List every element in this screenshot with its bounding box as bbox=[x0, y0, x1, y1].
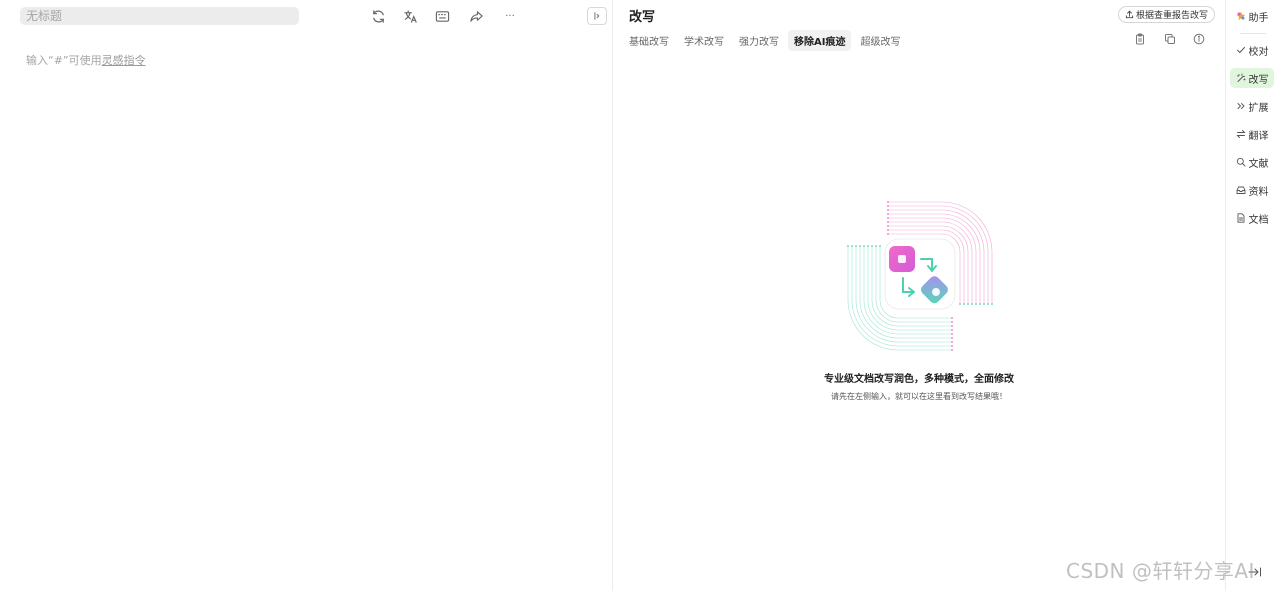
empty-state-description: 请先在左侧输入，就可以在这里看到改写结果哦！ bbox=[831, 392, 1007, 401]
sidebar-label-materials: 资料 bbox=[1248, 186, 1269, 198]
tab-super-rewrite[interactable]: 超级改写 bbox=[854, 30, 906, 51]
hint-text: 输入“#”可使用 bbox=[26, 54, 102, 67]
sidebar-item-assistant[interactable]: 助手 bbox=[1230, 6, 1274, 26]
sidebar-label-expand: 扩展 bbox=[1248, 102, 1269, 114]
collapse-panel-button[interactable] bbox=[587, 7, 607, 25]
sidebar-label-proofread: 校对 bbox=[1248, 46, 1269, 58]
sidebar-item-translate[interactable]: 翻译 bbox=[1230, 124, 1274, 144]
sidebar-item-proofread[interactable]: 校对 bbox=[1230, 40, 1274, 60]
panel-title: 改写 bbox=[629, 10, 656, 25]
sidebar-label-rewrite: 改写 bbox=[1248, 74, 1269, 86]
copy-icon[interactable] bbox=[1163, 32, 1177, 46]
translate-icon[interactable] bbox=[401, 7, 419, 25]
sidebar-separator bbox=[1240, 33, 1266, 34]
share-icon[interactable] bbox=[467, 7, 485, 25]
tab-academic-rewrite[interactable]: 学术改写 bbox=[678, 30, 730, 51]
tool-sidebar: 助手 校对 改写 扩展 翻译 文献 资料 文档 bbox=[1226, 0, 1280, 591]
sidebar-item-documents[interactable]: 文档 bbox=[1230, 208, 1274, 228]
assistant-icon bbox=[1236, 11, 1245, 21]
sidebar-collapse-icon[interactable] bbox=[1246, 565, 1264, 579]
rewrite-illustration bbox=[847, 201, 993, 351]
sidebar-label-translate: 翻译 bbox=[1248, 130, 1269, 142]
document-icon bbox=[1237, 213, 1244, 223]
sidebar-label-assistant: 助手 bbox=[1248, 12, 1269, 24]
sidebar-item-rewrite[interactable]: 改写 bbox=[1230, 68, 1274, 88]
rewrite-panel: 改写 根据查重报告改写 基础改写 学术改写 强力改写 移除AI痕迹 超级改写 专… bbox=[613, 0, 1225, 591]
tab-strong-rewrite[interactable]: 强力改写 bbox=[733, 30, 785, 51]
sidebar-label-literature: 文献 bbox=[1248, 158, 1269, 170]
sidebar-item-literature[interactable]: 文献 bbox=[1230, 152, 1274, 172]
inspiration-command-link[interactable]: 灵感指令 bbox=[102, 54, 146, 67]
editor-hint: 输入“#”可使用灵感指令 bbox=[26, 52, 146, 68]
rewrite-by-report-button[interactable]: 根据查重报告改写 bbox=[1118, 6, 1216, 23]
tab-remove-ai-traces[interactable]: 移除AI痕迹 bbox=[788, 30, 852, 51]
inbox-icon bbox=[1236, 186, 1245, 194]
rewrite-mode-tabs: 基础改写 学术改写 强力改写 移除AI痕迹 超级改写 bbox=[623, 30, 906, 51]
expand-icon bbox=[1237, 103, 1245, 109]
editor-pane: ··· 输入“#”可使用灵感指令 bbox=[0, 0, 612, 591]
more-icon[interactable]: ··· bbox=[501, 7, 519, 25]
info-icon[interactable] bbox=[1192, 32, 1206, 46]
check-icon bbox=[1236, 47, 1245, 54]
sidebar-item-materials[interactable]: 资料 bbox=[1230, 180, 1274, 200]
rewrite-by-report-label: 根据查重报告改写 bbox=[1136, 11, 1209, 21]
rewrite-icon bbox=[1236, 73, 1245, 82]
clipboard-icon[interactable] bbox=[1133, 32, 1147, 46]
keyboard-icon[interactable] bbox=[433, 7, 451, 25]
refresh-icon[interactable] bbox=[369, 7, 387, 25]
tab-basic-rewrite[interactable]: 基础改写 bbox=[623, 30, 675, 51]
empty-state-title: 专业级文档改写润色，多种模式，全面修改 bbox=[824, 374, 1014, 385]
app-window: ··· 输入“#”可使用灵感指令 改写 根据查重报告改写 基础改写 学术改写 强… bbox=[0, 0, 1280, 591]
swap-icon bbox=[1235, 130, 1246, 138]
search-icon bbox=[1236, 157, 1245, 167]
document-title-input[interactable] bbox=[20, 7, 299, 25]
sidebar-label-documents: 文档 bbox=[1248, 214, 1269, 226]
upload-icon bbox=[1125, 10, 1134, 19]
sidebar-item-expand[interactable]: 扩展 bbox=[1230, 96, 1274, 116]
